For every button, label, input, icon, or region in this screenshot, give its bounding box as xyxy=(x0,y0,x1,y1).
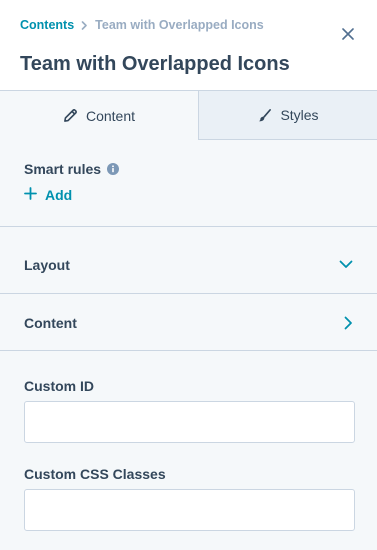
breadcrumb: Contents Team with Overlapped Icons xyxy=(20,18,264,32)
breadcrumb-contents-link[interactable]: Contents xyxy=(20,18,74,32)
divider xyxy=(0,226,377,227)
smart-rules-heading: Smart rules xyxy=(24,161,120,177)
content-panel: Smart rules Add Layout Content Custom ID… xyxy=(0,140,377,550)
tab-styles-label: Styles xyxy=(280,107,319,123)
info-icon[interactable] xyxy=(107,163,120,175)
add-label: Add xyxy=(45,187,73,203)
breadcrumb-current: Team with Overlapped Icons xyxy=(95,18,264,32)
page-title: Team with Overlapped Icons xyxy=(20,53,290,75)
section-content-label: Content xyxy=(24,314,77,331)
chevron-down-icon xyxy=(339,260,353,269)
smart-rules-label: Smart rules xyxy=(24,161,102,177)
tab-styles[interactable]: Styles xyxy=(198,91,377,140)
section-layout[interactable]: Layout xyxy=(0,236,377,293)
custom-css-classes-input[interactable] xyxy=(24,489,355,531)
chevron-right-icon xyxy=(81,20,88,30)
tab-content[interactable]: Content xyxy=(0,91,198,140)
tab-bar: Content Styles xyxy=(0,91,377,140)
tab-content-label: Content xyxy=(85,107,136,124)
plus-icon xyxy=(24,187,37,203)
pencil-icon xyxy=(63,108,78,123)
divider xyxy=(0,350,377,351)
panel-header: Contents Team with Overlapped Icons Team… xyxy=(0,0,377,91)
custom-id-label: Custom ID xyxy=(24,378,94,394)
custom-css-classes-label: Custom CSS Classes xyxy=(24,466,166,482)
add-smart-rule-button[interactable]: Add xyxy=(24,187,72,203)
close-icon xyxy=(342,28,354,40)
close-button[interactable] xyxy=(339,25,357,43)
custom-id-input[interactable] xyxy=(24,401,355,443)
chevron-right-icon xyxy=(344,316,353,330)
brush-icon xyxy=(257,108,272,123)
section-content[interactable]: Content xyxy=(0,294,377,351)
section-layout-label: Layout xyxy=(24,256,70,273)
